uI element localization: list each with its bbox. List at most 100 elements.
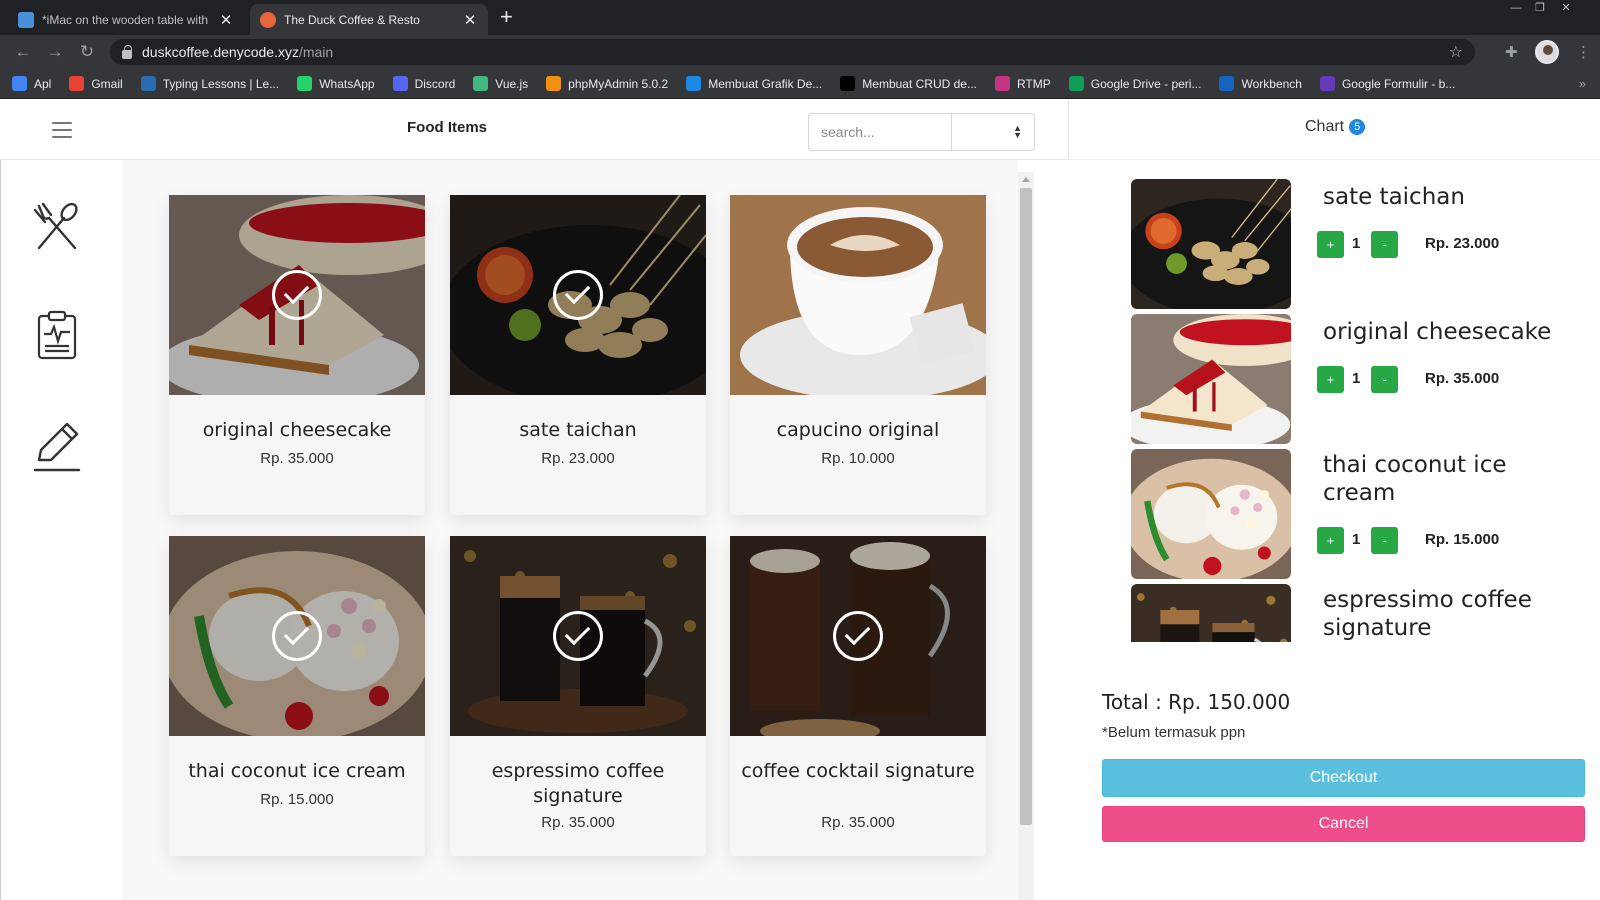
scrollbar-thumb[interactable] bbox=[1020, 188, 1032, 825]
cheesecake-photo bbox=[1131, 314, 1291, 444]
minimize-window-icon[interactable]: — bbox=[1506, 0, 1526, 18]
selected-check-icon bbox=[272, 611, 322, 661]
cancel-button[interactable]: Cancel bbox=[1102, 806, 1585, 842]
bookmark-label: Workbench bbox=[1241, 76, 1302, 91]
scroll-up-arrow-icon[interactable] bbox=[1022, 177, 1030, 182]
product-image[interactable] bbox=[450, 536, 706, 736]
cart-total: Total : Rp. 150.000 bbox=[1102, 690, 1291, 714]
increase-qty-button[interactable]: + bbox=[1317, 366, 1344, 393]
product-image[interactable] bbox=[730, 195, 986, 395]
product-card[interactable]: coffee cocktail signature Rp. 35.000 bbox=[730, 536, 986, 856]
selected-check-icon bbox=[553, 270, 603, 320]
url-path: /main bbox=[298, 44, 334, 60]
extensions-puzzle-icon[interactable]: ✚ bbox=[1505, 43, 1518, 61]
cart-item-qty: 1 bbox=[1352, 370, 1361, 387]
bookmark-label: Gmail bbox=[91, 76, 123, 91]
decrease-qty-button[interactable]: - bbox=[1371, 366, 1398, 393]
select-caret-icon: ▲ ▼ bbox=[1013, 123, 1022, 140]
profile-avatar[interactable] bbox=[1535, 40, 1559, 64]
browser-tab-active[interactable]: The Duck Coffee & Resto ✕ bbox=[250, 4, 488, 35]
lock-icon bbox=[122, 44, 132, 59]
bookmark-item[interactable]: Google Formulir - b... bbox=[1319, 76, 1456, 91]
bookmark-favicon-icon bbox=[392, 76, 408, 91]
product-image[interactable] bbox=[169, 536, 425, 736]
edit-pencil-icon[interactable] bbox=[29, 418, 85, 474]
product-price: Rp. 23.000 bbox=[541, 450, 615, 467]
selection-overlay bbox=[730, 195, 986, 395]
bookmark-item[interactable]: WhatsApp bbox=[297, 76, 375, 91]
product-image[interactable] bbox=[450, 195, 706, 395]
cart-item-name: sate taichan bbox=[1323, 184, 1465, 210]
icecream-photo bbox=[1131, 449, 1291, 579]
more-bookmarks-icon[interactable]: » bbox=[1579, 76, 1586, 91]
cart-item-price: Rp. 35.000 bbox=[1425, 370, 1500, 387]
bookmark-item[interactable]: Membuat CRUD de... bbox=[840, 76, 977, 91]
category-select[interactable]: ▲ ▼ bbox=[951, 113, 1035, 151]
restore-window-icon[interactable]: ❐ bbox=[1530, 0, 1550, 18]
main-header: Food Items ▲▼ bbox=[0, 100, 1068, 160]
tab-favicon-icon bbox=[18, 11, 34, 28]
tab-title: *iMac on the wooden table with bbox=[42, 12, 209, 27]
bookmark-label: Membuat CRUD de... bbox=[862, 76, 977, 91]
close-window-icon[interactable]: ✕ bbox=[1556, 0, 1576, 18]
bookmark-item[interactable]: phpMyAdmin 5.0.2 bbox=[546, 76, 668, 91]
bookmark-item[interactable]: Discord bbox=[392, 76, 455, 91]
sidebar bbox=[0, 160, 122, 900]
report-clipboard-icon[interactable] bbox=[29, 308, 85, 364]
bookmark-label: phpMyAdmin 5.0.2 bbox=[568, 76, 669, 91]
bookmark-favicon-icon bbox=[840, 76, 856, 91]
close-tab-icon[interactable]: ✕ bbox=[218, 11, 234, 29]
product-card[interactable]: capucino original Rp. 10.000 bbox=[730, 195, 986, 515]
address-bar-row: ← → ↻ duskcoffee.denycode.xyz/main ☆ ✚ ⋮ bbox=[0, 35, 1600, 69]
product-card[interactable]: thai coconut ice cream Rp. 15.000 bbox=[169, 536, 425, 856]
bookmark-favicon-icon bbox=[1319, 76, 1335, 91]
cart-item: sate taichan + 1 - Rp. 23.000 bbox=[1131, 179, 1561, 311]
close-tab-icon[interactable]: ✕ bbox=[462, 11, 478, 29]
product-card[interactable]: espressimo coffee signature Rp. 35.000 bbox=[450, 536, 706, 856]
browser-tab[interactable]: *iMac on the wooden table with ✕ bbox=[8, 4, 244, 35]
bookmark-item[interactable]: Membuat Grafik De... bbox=[686, 76, 822, 91]
back-arrow-icon[interactable]: ← bbox=[12, 41, 34, 63]
bookmark-item[interactable]: Apl bbox=[12, 76, 51, 91]
product-name: espressimo coffee signature bbox=[491, 760, 665, 807]
product-image[interactable] bbox=[730, 536, 986, 736]
increase-qty-button[interactable]: + bbox=[1317, 527, 1344, 554]
url-field[interactable]: duskcoffee.denycode.xyz/main ☆ bbox=[110, 39, 1475, 65]
fork-spoon-icon[interactable] bbox=[29, 198, 85, 254]
cart-item-price: Rp. 23.000 bbox=[1425, 235, 1500, 252]
product-name: sate taichan bbox=[519, 419, 637, 441]
hamburger-menu-icon[interactable] bbox=[52, 122, 72, 138]
cart-item: espressimo coffee signature + 1 - Rp. 35… bbox=[1131, 584, 1561, 642]
bookmark-item[interactable]: Vue.js bbox=[473, 76, 528, 91]
decrease-qty-button[interactable]: - bbox=[1371, 231, 1398, 258]
forward-arrow-icon[interactable]: → bbox=[44, 41, 66, 63]
bookmark-favicon-icon bbox=[12, 76, 27, 91]
bookmark-item[interactable]: Gmail bbox=[69, 76, 123, 91]
cart-item-image bbox=[1131, 584, 1291, 642]
reload-icon[interactable]: ↻ bbox=[76, 41, 98, 63]
browser-menu-icon[interactable]: ⋮ bbox=[1576, 43, 1591, 61]
bookmark-label: Google Formulir - b... bbox=[1341, 76, 1456, 91]
bookmark-item[interactable]: Google Drive - peri... bbox=[1068, 76, 1202, 91]
tax-note: *Belum termasuk ppn bbox=[1102, 724, 1246, 741]
tab-favicon-icon bbox=[260, 11, 276, 28]
search-input[interactable] bbox=[808, 113, 952, 151]
product-image[interactable] bbox=[169, 195, 425, 395]
bookmark-item[interactable]: RTMP bbox=[994, 76, 1051, 91]
product-price: Rp. 35.000 bbox=[541, 814, 615, 831]
bookmark-label: Google Drive - peri... bbox=[1090, 76, 1202, 91]
bookmark-favicon-icon bbox=[69, 76, 85, 91]
bookmark-label: Apl bbox=[34, 76, 52, 91]
cart-header: Chart 5 bbox=[1068, 100, 1600, 160]
bookmark-label: Vue.js bbox=[495, 76, 529, 91]
bookmark-item[interactable]: Workbench bbox=[1219, 76, 1302, 91]
bookmark-item[interactable]: Typing Lessons | Le... bbox=[140, 76, 279, 91]
increase-qty-button[interactable]: + bbox=[1317, 231, 1344, 258]
new-tab-button[interactable]: + bbox=[500, 5, 513, 29]
product-card[interactable]: sate taichan Rp. 23.000 bbox=[450, 195, 706, 515]
decrease-qty-button[interactable]: - bbox=[1371, 527, 1398, 554]
bookmark-favicon-icon bbox=[297, 76, 313, 91]
checkout-button[interactable]: Checkout bbox=[1102, 759, 1585, 797]
bookmark-star-icon[interactable]: ☆ bbox=[1449, 42, 1463, 62]
product-card[interactable]: original cheesecake Rp. 35.000 bbox=[169, 195, 425, 515]
